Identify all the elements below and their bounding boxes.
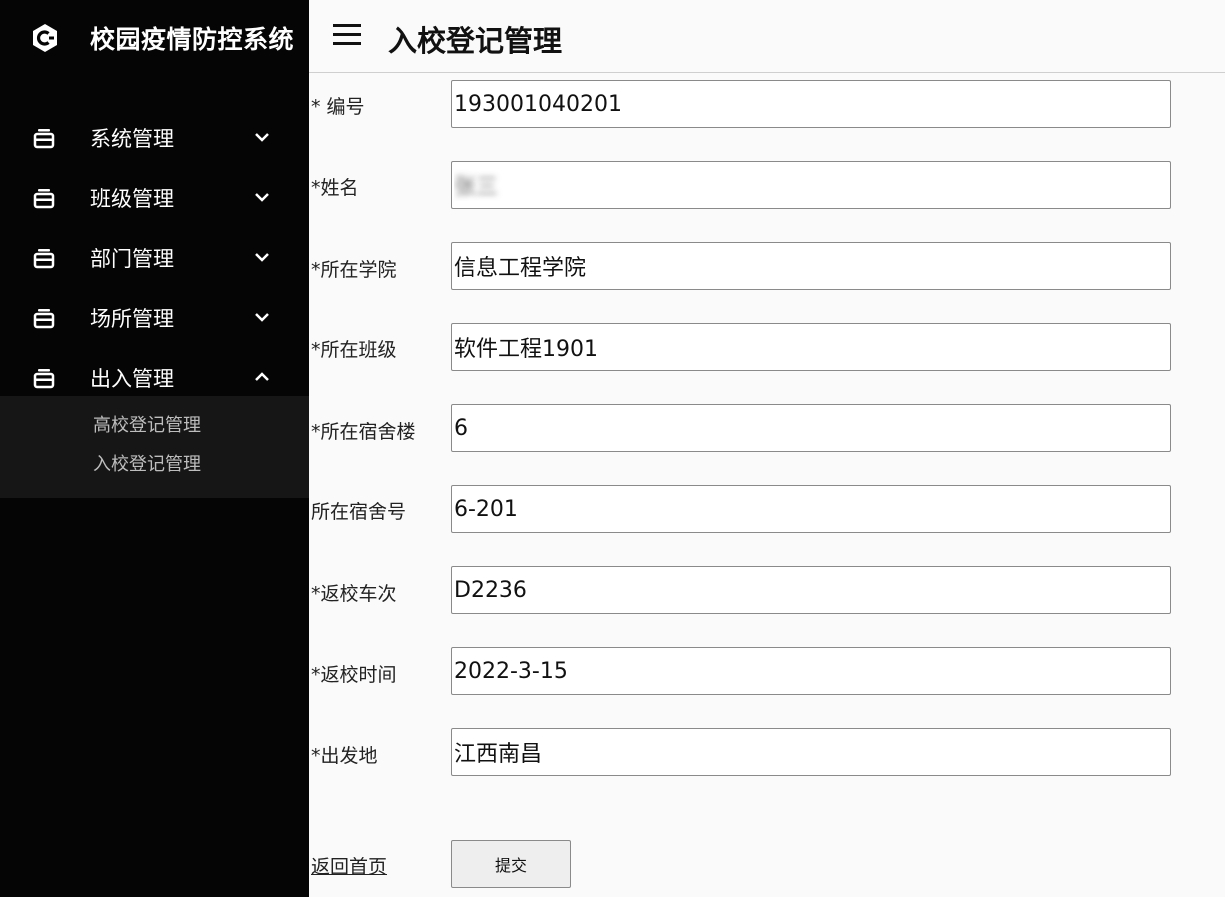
nav-label: 班级管理 (90, 187, 174, 211)
class-input[interactable] (451, 323, 1171, 371)
brand: 校园疫情防控系统 (0, 0, 309, 75)
stack-icon (33, 249, 55, 269)
stack-icon (33, 369, 55, 389)
nav-label: 出入管理 (90, 367, 174, 391)
nav-label: 场所管理 (90, 307, 174, 331)
field-label-dorm-room: 所在宿舍号 (311, 501, 407, 523)
dorm-building-input[interactable] (451, 404, 1171, 452)
field-label-return-date: *返校时间 (311, 664, 397, 686)
field-label-departure: *出发地 (311, 745, 378, 767)
name-input[interactable] (451, 161, 1171, 209)
nav-item-department[interactable]: 部门管理 (0, 228, 309, 288)
departure-input[interactable] (451, 728, 1171, 776)
stack-icon (33, 309, 55, 329)
sidebar: 校园疫情防控系统 系统管理 班级管理 部门管理 场所管理 出入管理 高校登记管理… (0, 0, 309, 897)
page-title: 入校登记管理 (388, 24, 563, 58)
submit-button[interactable]: 提交 (451, 840, 571, 888)
submenu-access: 高校登记管理 入校登记管理 (0, 396, 309, 498)
college-input[interactable] (451, 242, 1171, 290)
stack-icon (33, 129, 55, 149)
stack-icon (33, 189, 55, 209)
nav-item-class[interactable]: 班级管理 (0, 168, 309, 228)
field-label-train: *返校车次 (311, 583, 397, 605)
dorm-room-input[interactable] (451, 485, 1171, 533)
header: 入校登记管理 (309, 0, 1225, 73)
nav-label: 系统管理 (90, 127, 174, 151)
train-input[interactable] (451, 566, 1171, 614)
field-label-name: *姓名 (311, 177, 359, 199)
chevron-up-icon (255, 372, 269, 381)
field-label-id: * 编号 (311, 96, 365, 118)
nav-item-system[interactable]: 系统管理 (0, 108, 309, 168)
field-label-dorm-building: *所在宿舍楼 (311, 421, 416, 443)
chevron-down-icon (255, 253, 269, 262)
chevron-down-icon (255, 193, 269, 202)
nav-label: 部门管理 (90, 247, 174, 271)
field-label-class: *所在班级 (311, 339, 397, 361)
id-input[interactable] (451, 80, 1171, 128)
chevron-down-icon (255, 133, 269, 142)
hamburger-icon[interactable] (333, 24, 361, 46)
c-logo-icon (33, 24, 57, 52)
chevron-down-icon (255, 313, 269, 322)
back-home-link[interactable]: 返回首页 (311, 852, 387, 879)
field-label-college: *所在学院 (311, 259, 397, 281)
return-date-input[interactable] (451, 647, 1171, 695)
nav-item-venue[interactable]: 场所管理 (0, 288, 309, 348)
sub-item-university-registration[interactable]: 高校登记管理 (93, 411, 201, 437)
app-title: 校园疫情防控系统 (90, 25, 295, 54)
sub-item-entry-registration[interactable]: 入校登记管理 (93, 450, 201, 476)
